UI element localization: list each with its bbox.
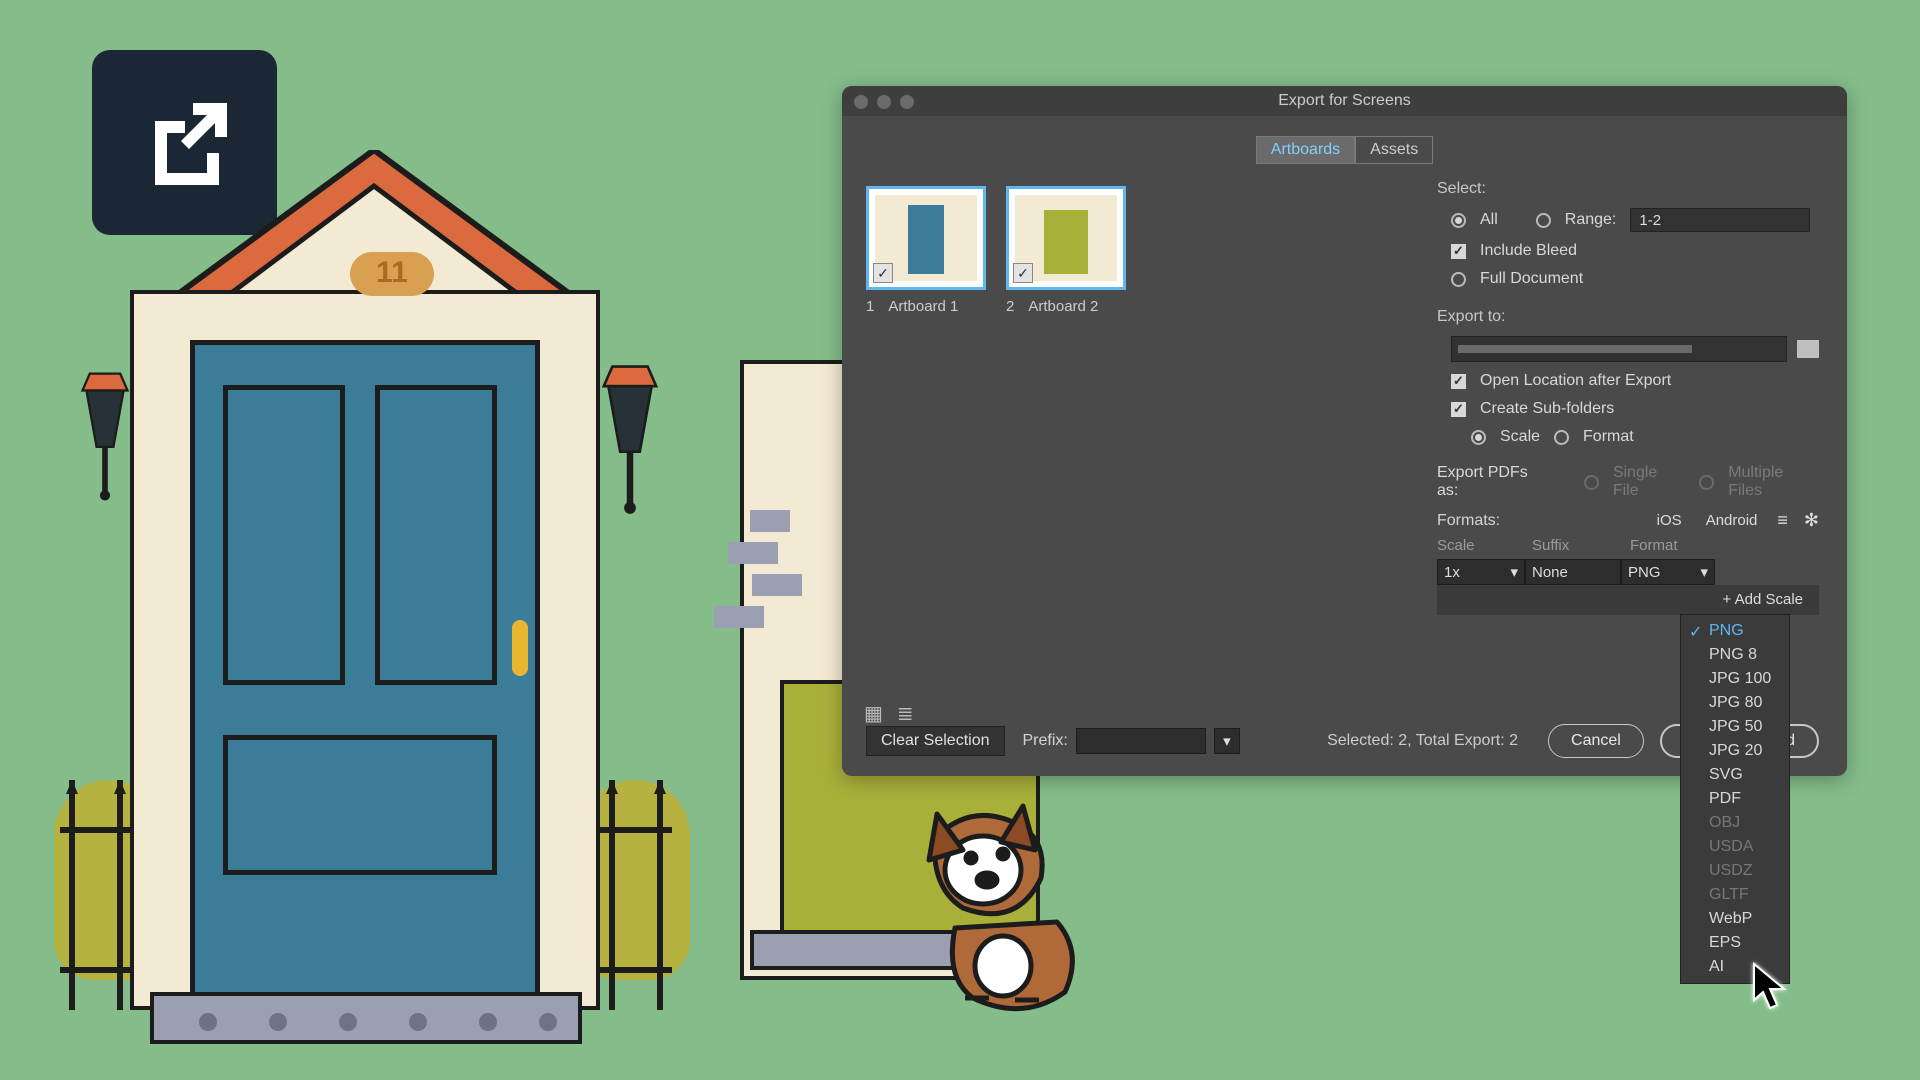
preset-ios-button[interactable]: iOS — [1653, 512, 1686, 529]
export-pdfs-label: Export PDFs as: — [1437, 464, 1550, 500]
tab-artboards[interactable]: Artboards — [1256, 136, 1355, 164]
close-icon[interactable] — [854, 95, 868, 109]
include-bleed-label: Include Bleed — [1480, 242, 1577, 260]
prefix-dropdown[interactable]: ▾ — [1214, 728, 1240, 754]
scale-select[interactable]: 1x▾ — [1437, 559, 1525, 585]
checkbox-create-subfolders[interactable] — [1451, 402, 1466, 417]
thumb-index: 2 — [1006, 298, 1014, 315]
format-option-pdf[interactable]: PDF — [1681, 787, 1789, 811]
format-dropdown-menu[interactable]: PNGPNG 8JPG 100JPG 80JPG 50JPG 20SVGPDFO… — [1680, 614, 1790, 984]
list-icon[interactable]: ≡ — [1777, 510, 1788, 531]
format-option-png-8[interactable]: PNG 8 — [1681, 643, 1789, 667]
artwork-dog — [895, 798, 1095, 1018]
radio-subfolder-scale[interactable] — [1471, 430, 1486, 445]
format-option-jpg-80[interactable]: JPG 80 — [1681, 691, 1789, 715]
subfolder-scale-label: Scale — [1500, 428, 1540, 446]
select-label: Select: — [1437, 180, 1819, 198]
open-location-label: Open Location after Export — [1480, 372, 1671, 390]
window-controls[interactable] — [854, 95, 914, 109]
format-option-obj: OBJ — [1681, 811, 1789, 835]
col-suffix: Suffix — [1532, 537, 1630, 554]
folder-icon[interactable] — [1797, 340, 1819, 358]
preset-android-button[interactable]: Android — [1702, 512, 1762, 529]
checkbox-open-location[interactable] — [1451, 374, 1466, 389]
thumb-label: Artboard 1 — [888, 298, 958, 315]
full-document-label: Full Document — [1480, 270, 1583, 288]
checkbox-include-bleed[interactable] — [1451, 244, 1466, 259]
single-file-label: Single File — [1613, 464, 1686, 500]
house-number: 11 — [350, 252, 434, 296]
radio-single-file — [1584, 475, 1599, 490]
prefix-input[interactable] — [1076, 728, 1206, 754]
col-format: Format — [1630, 537, 1730, 554]
thumb-index: 1 — [866, 298, 874, 315]
artboard-thumb-1[interactable]: ✓ 1 Artboard 1 — [866, 186, 986, 315]
format-option-png[interactable]: PNG — [1681, 619, 1789, 643]
suffix-input[interactable]: None — [1525, 559, 1621, 585]
cancel-button[interactable]: Cancel — [1548, 724, 1644, 758]
decorative-bricks — [710, 510, 802, 628]
selection-count: Selected: 2, Total Export: 2 — [1327, 732, 1518, 750]
artwork-door-blue: 11 — [60, 160, 640, 1000]
format-option-jpg-100[interactable]: JPG 100 — [1681, 667, 1789, 691]
minimize-icon[interactable] — [877, 95, 891, 109]
col-scale: Scale — [1437, 537, 1532, 554]
prefix-label: Prefix: — [1023, 732, 1068, 750]
tab-assets[interactable]: Assets — [1355, 136, 1433, 164]
range-label: Range: — [1565, 211, 1617, 229]
export-path-input[interactable] — [1451, 336, 1787, 362]
gear-icon[interactable]: ✻ — [1804, 510, 1819, 531]
add-scale-button[interactable]: + Add Scale — [1437, 585, 1819, 615]
mouse-cursor — [1750, 962, 1790, 1017]
radio-multiple-files — [1699, 475, 1714, 490]
dialog-title: Export for Screens — [1278, 92, 1411, 109]
radio-subfolder-format[interactable] — [1554, 430, 1569, 445]
radio-range[interactable] — [1536, 213, 1551, 228]
zoom-icon[interactable] — [900, 95, 914, 109]
chevron-down-icon: ▾ — [1510, 563, 1518, 581]
clear-selection-button[interactable]: Clear Selection — [866, 726, 1005, 756]
chevron-down-icon: ▾ — [1700, 563, 1708, 581]
format-option-gltf: GLTF — [1681, 883, 1789, 907]
range-input[interactable] — [1630, 208, 1810, 232]
thumb-check-icon[interactable]: ✓ — [873, 263, 893, 283]
export-to-label: Export to: — [1437, 308, 1819, 326]
format-option-eps[interactable]: EPS — [1681, 931, 1789, 955]
format-option-webp[interactable]: WebP — [1681, 907, 1789, 931]
dialog-titlebar[interactable]: Export for Screens — [842, 86, 1847, 116]
formats-label: Formats: — [1437, 512, 1500, 530]
thumb-label: Artboard 2 — [1028, 298, 1098, 315]
format-select[interactable]: PNG▾ — [1621, 559, 1715, 585]
thumb-check-icon[interactable]: ✓ — [1013, 263, 1033, 283]
multiple-files-label: Multiple Files — [1728, 464, 1819, 500]
grid-view-icon[interactable]: ▦ — [864, 701, 883, 726]
format-option-usdz: USDZ — [1681, 859, 1789, 883]
artboard-thumb-2[interactable]: ✓ 2 Artboard 2 — [1006, 186, 1126, 315]
format-option-jpg-20[interactable]: JPG 20 — [1681, 739, 1789, 763]
radio-full-document[interactable] — [1451, 272, 1466, 287]
format-option-svg[interactable]: SVG — [1681, 763, 1789, 787]
radio-all[interactable] — [1451, 213, 1466, 228]
subfolder-format-label: Format — [1583, 428, 1634, 446]
list-view-icon[interactable]: ≣ — [897, 701, 914, 726]
format-option-jpg-50[interactable]: JPG 50 — [1681, 715, 1789, 739]
radio-all-label: All — [1480, 211, 1498, 229]
create-subfolders-label: Create Sub-folders — [1480, 400, 1614, 418]
format-option-usda: USDA — [1681, 835, 1789, 859]
